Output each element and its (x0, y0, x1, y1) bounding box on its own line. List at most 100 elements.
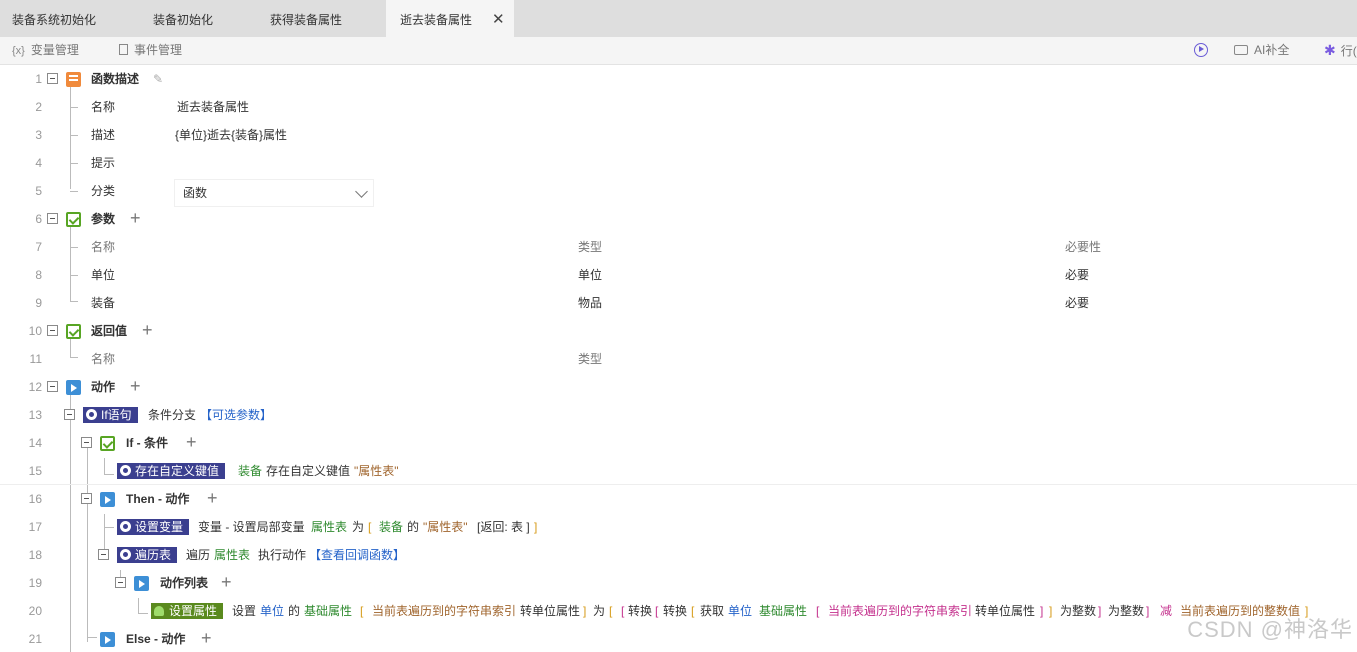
code-row[interactable]: 20 设置属性 设置 单位 的 基础属性 [ 当前表遍历到的字符串索引 转单位属… (0, 597, 1357, 625)
category-value: 函数 (183, 186, 208, 200)
get-base-attr[interactable]: 基础属性 (759, 597, 807, 625)
collapse-icon[interactable] (98, 549, 109, 560)
plus-icon[interactable]: + (221, 569, 232, 596)
bracket: [ (621, 604, 625, 618)
toolbar: {x} 变量管理 事件管理 AI补全 ✱ 行( (0, 37, 1357, 65)
get-str-index[interactable]: 当前表遍历到的字符串索引 (828, 597, 972, 625)
event-manager-label: 事件管理 (134, 43, 183, 57)
play-icon (100, 492, 115, 507)
bracket: ] (1098, 604, 1102, 618)
bracket: ] (1146, 604, 1150, 618)
collapse-icon[interactable] (64, 409, 75, 420)
if-statement-badge[interactable]: If语句 (83, 407, 138, 423)
checkbox-icon (66, 324, 81, 339)
event-manager-button[interactable]: 事件管理 (119, 37, 182, 65)
run-button[interactable] (1194, 37, 1208, 65)
ai-complete-label: AI补全 (1254, 43, 1290, 57)
name-value[interactable]: 逝去装备属性 (177, 93, 249, 121)
get-arg-unit[interactable]: 单位 (728, 597, 752, 625)
desc-value[interactable]: {单位}逝去{装备}属性 (175, 121, 287, 149)
tree-guide (104, 474, 114, 475)
iterate-table-badge[interactable]: 遍历表 (117, 547, 178, 563)
line-number: 5 (35, 184, 42, 198)
table-row[interactable]: 9 装备 物品 必要 (0, 289, 1357, 317)
set-str-index[interactable]: 当前表遍历到的字符串索引 (372, 597, 516, 625)
loop-exec: 执行动作 (258, 548, 307, 562)
line-number: 7 (35, 240, 42, 254)
more-label: 行( (1340, 44, 1357, 58)
cond-string-attr-table[interactable]: "属性表" (354, 457, 399, 485)
convert-fn[interactable]: 转换 (628, 597, 652, 625)
collapse-icon[interactable] (115, 577, 126, 588)
set-of: 的 (288, 604, 301, 618)
cond-arg-equip[interactable]: 装备 (238, 457, 262, 485)
set-arg-unit[interactable]: 单位 (260, 597, 284, 625)
set-to-unit-attr: 转单位属性 (520, 604, 581, 618)
collapse-icon[interactable] (47, 325, 58, 336)
category-select[interactable]: 函数 (174, 179, 374, 207)
more-button[interactable]: ✱ 行( (1324, 37, 1357, 65)
table-row[interactable]: 8 单位 单位 必要 (0, 261, 1357, 289)
set-base-attr[interactable]: 基础属性 (304, 597, 352, 625)
as-int: 为整数 (1060, 604, 1097, 618)
else-actions-header: Else - 动作 (126, 632, 186, 646)
tree-guide (138, 613, 148, 614)
code-row[interactable]: 17 设置变量 变量 - 设置局部变量 属性表 为 [ 装备 的 "属性表" [… (0, 513, 1357, 541)
run-icon (1194, 43, 1208, 57)
plus-icon[interactable]: + (207, 485, 218, 512)
event-doc-icon (119, 44, 128, 55)
optional-params-link[interactable]: 【可选参数】 (200, 401, 272, 429)
collapse-icon[interactable] (81, 437, 92, 448)
line-number: 18 (28, 548, 42, 562)
collapse-icon[interactable] (47, 381, 58, 392)
minus-op[interactable]: 减 (1160, 597, 1172, 625)
loop-var-attr-table[interactable]: 属性表 (214, 541, 250, 569)
tree-guide (70, 191, 78, 192)
line-number: 19 (28, 576, 42, 590)
desc-label: 描述 (91, 128, 116, 142)
setvar-string-attr-table[interactable]: "属性表" (423, 513, 468, 541)
set-variable-badge[interactable]: 设置变量 (117, 519, 190, 535)
hint-label: 提示 (91, 156, 116, 170)
pencil-icon[interactable]: ✎ (153, 65, 163, 93)
setvar-var-attr-table[interactable]: 属性表 (311, 513, 347, 541)
view-callback-link[interactable]: 【查看回调函数】 (309, 541, 405, 569)
code-row[interactable]: 18 遍历表 遍历 属性表 执行动作 【查看回调函数】 (0, 541, 1357, 569)
variable-manager-button[interactable]: {x} 变量管理 (12, 37, 79, 65)
tab-equip-system-init[interactable]: 装备系统初始化 (12, 0, 96, 37)
close-icon[interactable]: ✕ (492, 0, 505, 40)
plus-icon[interactable]: + (130, 373, 141, 400)
code-row[interactable]: 15 存在自定义键值 装备 存在自定义键值 "属性表" (0, 457, 1357, 485)
convert-fn[interactable]: 转换 (663, 597, 687, 625)
code-row: 7 名称 类型 必要性 (0, 233, 1357, 261)
as-int: 为整数 (1108, 604, 1145, 618)
tree-guide (70, 247, 78, 248)
setvar-arg-equip[interactable]: 装备 (379, 513, 403, 541)
collapse-icon[interactable] (47, 73, 58, 84)
tab-get-equip-attr[interactable]: 获得装备属性 (270, 0, 342, 37)
function-icon (120, 549, 131, 560)
collapse-icon[interactable] (81, 493, 92, 504)
plus-icon[interactable]: + (201, 625, 212, 652)
bracket: [ (609, 604, 613, 618)
code-row: 2 名称 逝去装备属性 (0, 93, 1357, 121)
tab-equip-init[interactable]: 装备初始化 (153, 0, 213, 37)
code-row[interactable]: 13 If语句 条件分支 【可选参数】 (0, 401, 1357, 429)
param-name: 装备 (91, 296, 116, 310)
get-fn[interactable]: 获取 (700, 597, 724, 625)
action-list-header: 动作列表 (160, 576, 209, 590)
plus-icon[interactable]: + (186, 429, 197, 456)
custom-key-exists-badge[interactable]: 存在自定义键值 (117, 463, 226, 479)
line-number: 4 (35, 156, 42, 170)
code-row: 1 函数描述 ✎ (0, 65, 1357, 93)
checkbox-icon (100, 436, 115, 451)
line-number: 9 (35, 296, 42, 310)
plus-icon[interactable]: + (130, 205, 141, 232)
asterisk-icon: ✱ (1324, 42, 1336, 58)
ai-complete-button[interactable]: AI补全 (1234, 37, 1289, 65)
tree-guide (70, 107, 78, 108)
set-attribute-badge[interactable]: 设置属性 (151, 603, 224, 619)
plus-icon[interactable]: + (142, 317, 153, 344)
collapse-icon[interactable] (47, 213, 58, 224)
param-col-type: 类型 (578, 240, 603, 254)
